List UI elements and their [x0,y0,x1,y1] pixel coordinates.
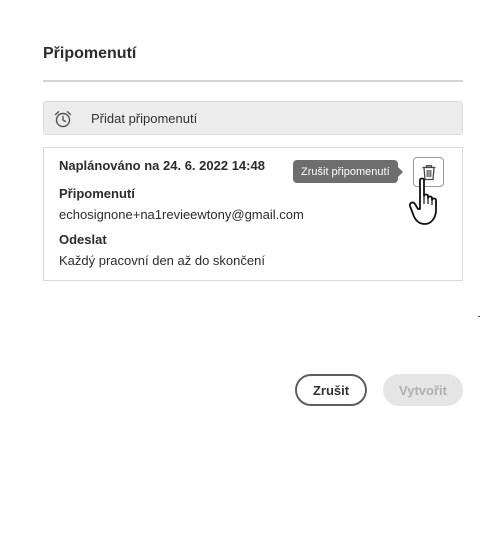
send-frequency: Každý pracovní den až do skončení [59,253,265,268]
send-heading: Odeslat [59,232,107,247]
create-button[interactable]: Vytvořit [383,374,463,406]
recipient-email: echosignone+na1revieewtony@gmail.com [59,207,304,222]
cancel-button[interactable]: Zrušit [295,374,367,406]
alarm-clock-icon [54,111,72,128]
recipient-heading: Připomenutí [59,186,135,201]
delete-reminder-tooltip: Zrušit připomenutí [293,160,403,183]
add-reminder-label: Přidat připomenutí [91,111,198,126]
add-reminder-button[interactable]: Přidat připomenutí [43,101,463,135]
scheduled-date: Naplánováno na 24. 6. 2022 14:48 [59,158,265,173]
stray-dot [478,316,480,317]
title-divider [43,80,463,82]
hand-pointer-cursor-icon [409,177,437,225]
dialog-title: Připomenutí [43,45,137,62]
